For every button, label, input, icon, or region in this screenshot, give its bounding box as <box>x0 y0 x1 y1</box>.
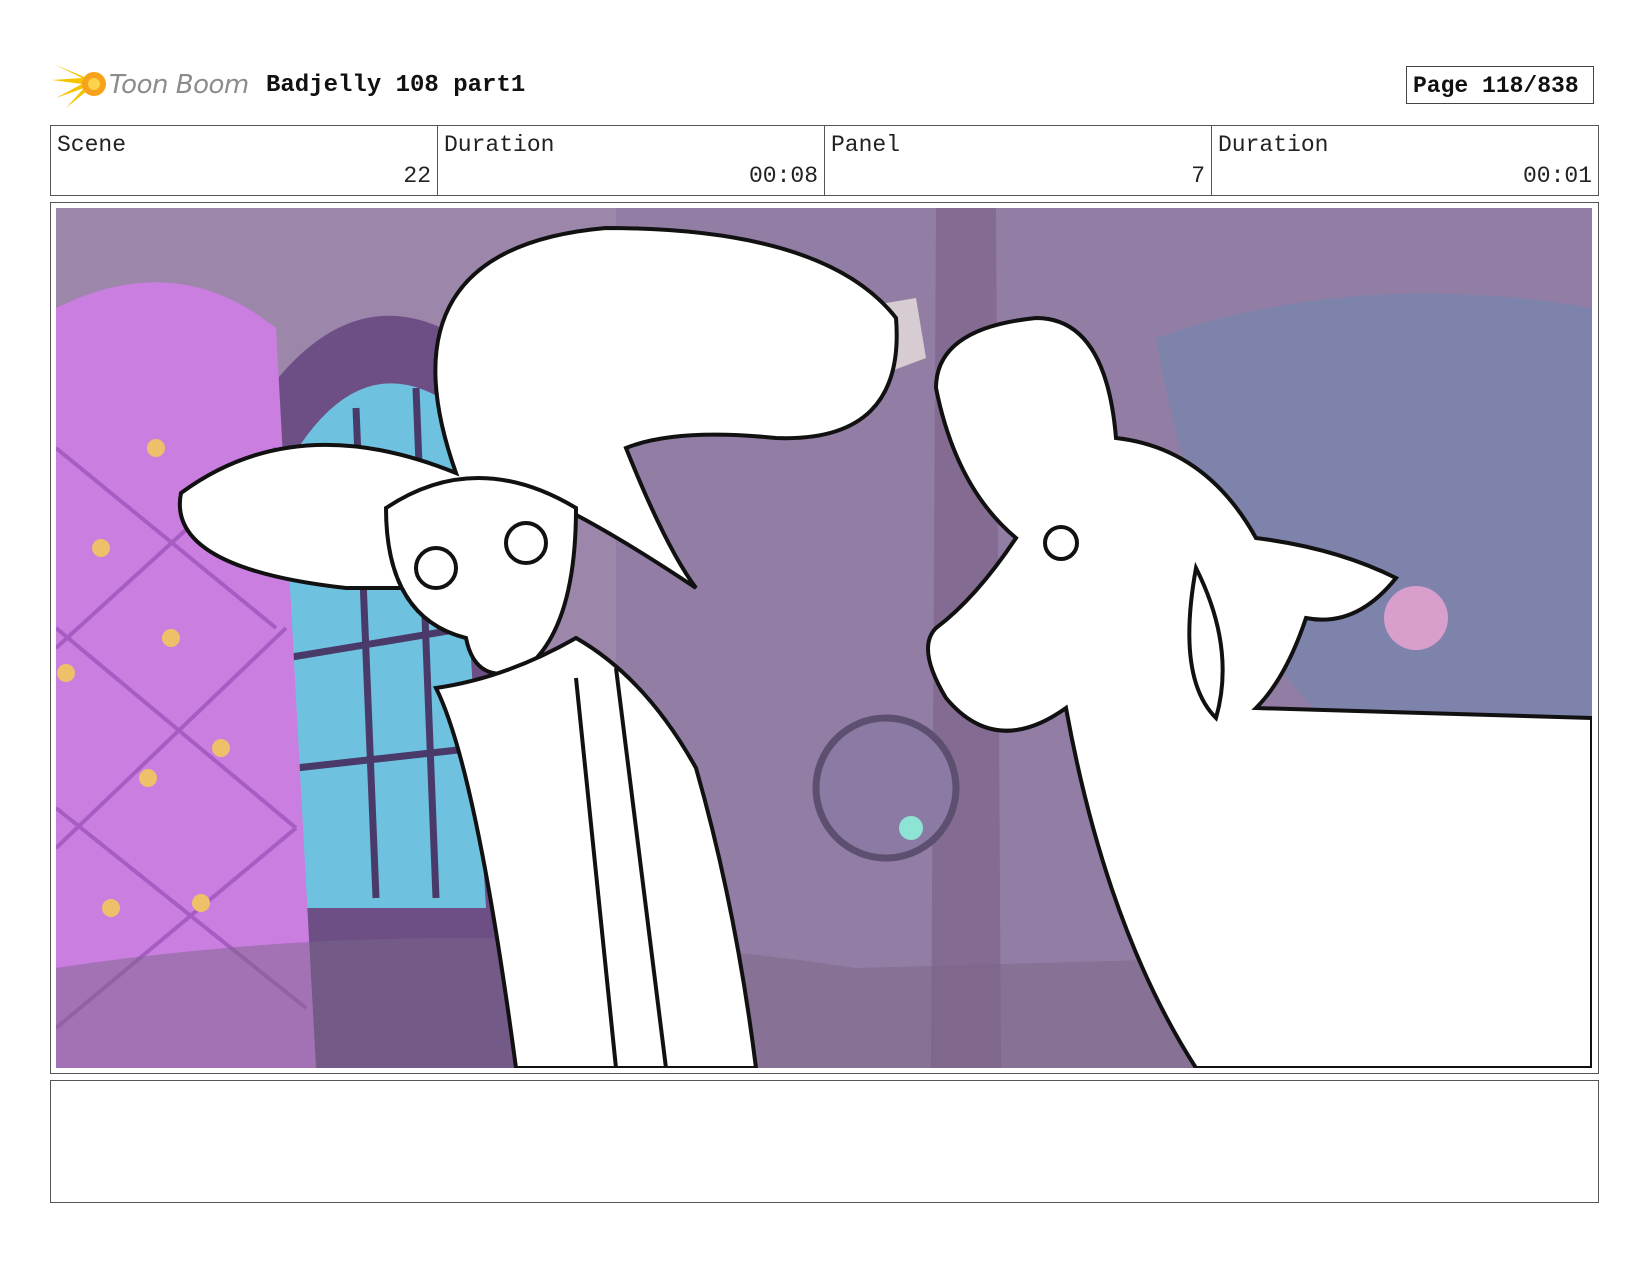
logo-text: Toon Boom <box>109 70 249 100</box>
storyboard-info-table: Scene 22 Duration 00:08 Panel 7 Duration… <box>50 125 1599 196</box>
crystal-orb <box>812 714 960 862</box>
scene-label: Scene <box>57 132 127 158</box>
scene-duration-label: Duration <box>444 132 555 158</box>
background-witch-head <box>1384 586 1448 650</box>
storyboard-panel-frame <box>50 202 1599 1074</box>
sun-burst-icon <box>52 64 106 108</box>
toon-boom-logo: Toon Boom <box>52 56 252 112</box>
scene-duration-value: 00:08 <box>748 163 818 189</box>
panel-cell: Panel 7 <box>825 126 1212 195</box>
panel-value: 7 <box>1191 163 1205 189</box>
storyboard-panel-image <box>56 208 1592 1068</box>
scene-duration-cell: Duration 00:08 <box>438 126 825 195</box>
panel-label: Panel <box>831 132 901 158</box>
orb-glow <box>899 816 923 840</box>
panel-duration-label: Duration <box>1218 132 1329 158</box>
page-indicator: Page 118/838 <box>1406 66 1594 104</box>
scene-cell: Scene 22 <box>51 126 438 195</box>
page-label: Page 118/838 <box>1413 73 1579 99</box>
panel-duration-cell: Duration 00:01 <box>1212 126 1598 195</box>
scene-value: 22 <box>403 163 431 189</box>
panel-notes-box <box>50 1080 1599 1203</box>
panel-duration-value: 00:01 <box>1522 163 1592 189</box>
project-title: Badjelly 108 part1 <box>266 72 526 99</box>
